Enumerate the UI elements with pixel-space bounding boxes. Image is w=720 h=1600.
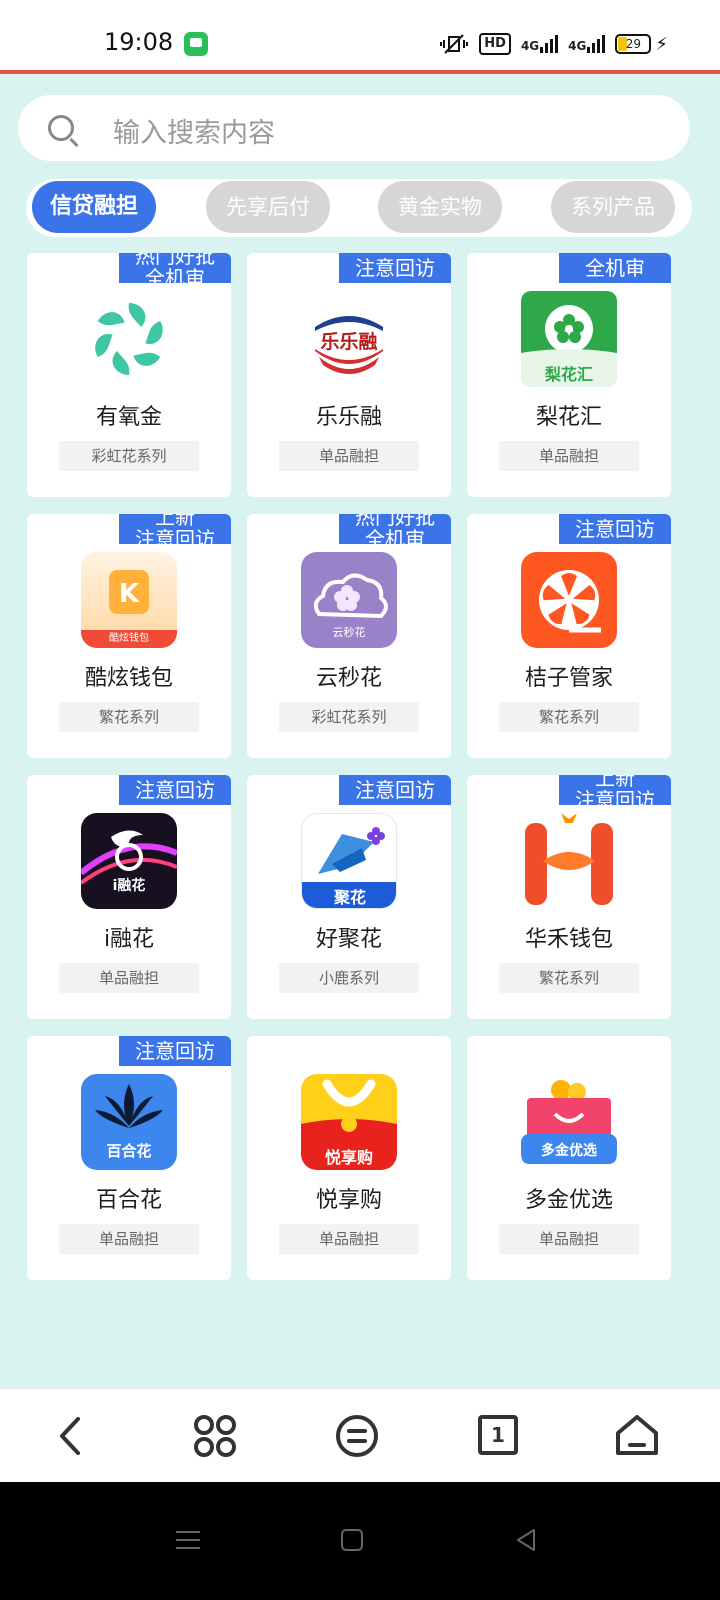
app-icon-label: 聚花 bbox=[333, 888, 366, 907]
app-card-yuexiang[interactable]: 悦享购 悦享购 单品融担 bbox=[247, 1036, 451, 1280]
tab-gold[interactable]: 黄金实物 bbox=[378, 181, 502, 233]
yuexiang-icon: 悦享购 bbox=[301, 1074, 397, 1170]
juzi-icon bbox=[521, 552, 617, 648]
apps-menu-icon[interactable] bbox=[190, 1411, 240, 1461]
irong-icon: i融花 bbox=[81, 813, 177, 909]
vibrate-mute-icon bbox=[440, 34, 469, 54]
tabs-button[interactable]: 1 bbox=[474, 1411, 524, 1461]
app-series-tag: 彩虹花系列 bbox=[279, 702, 419, 732]
app-icon-label: 云秒花 bbox=[332, 626, 366, 639]
system-navigation-bar bbox=[0, 1482, 720, 1600]
signal-2-icon: 4G bbox=[568, 35, 606, 53]
message-notification-icon bbox=[184, 32, 208, 56]
card-badge: 上新 注意回访 bbox=[119, 514, 231, 544]
clock: 19:08 bbox=[104, 28, 174, 56]
baihehua-icon: 百合花 bbox=[81, 1074, 177, 1170]
app-icon-label: 多金优选 bbox=[541, 1143, 597, 1159]
app-series-tag: 单品融担 bbox=[59, 963, 199, 993]
app-name: 有氧金 bbox=[95, 405, 162, 430]
category-tabs: 信贷融担 先享后付 黄金实物 系列产品 bbox=[26, 179, 692, 237]
tab-credit[interactable]: 信贷融担 bbox=[32, 181, 156, 233]
card-badge: 上新 注意回访 bbox=[559, 775, 671, 805]
haojuhua-icon: 聚花 bbox=[301, 813, 397, 909]
duojin-icon: 多金优选 bbox=[521, 1074, 617, 1170]
lelerong-icon: 乐乐融 bbox=[301, 291, 397, 387]
app-card-lihuahui[interactable]: 全机审 梨花汇 梨花汇 单品融担 bbox=[467, 253, 671, 497]
app-series-tag: 单品融担 bbox=[59, 1224, 199, 1254]
tab-buy-now-pay-later[interactable]: 先享后付 bbox=[206, 181, 330, 233]
card-badge: 注意回访 bbox=[339, 253, 451, 283]
app-name: 悦享购 bbox=[315, 1188, 382, 1213]
browser-bottom-nav: 1 bbox=[0, 1388, 720, 1482]
home-system-icon[interactable] bbox=[334, 1522, 370, 1558]
app-name: 乐乐融 bbox=[315, 405, 382, 430]
search-placeholder: 输入搜索内容 bbox=[113, 118, 275, 149]
app-card-huahe[interactable]: 上新 注意回访 华禾钱包 繁花系列 bbox=[467, 775, 671, 1019]
app-series-tag: 繁花系列 bbox=[499, 963, 639, 993]
svg-text:K: K bbox=[119, 579, 140, 609]
back-icon[interactable] bbox=[46, 1411, 96, 1461]
app-icon-label: 百合花 bbox=[106, 1142, 152, 1160]
app-name: 多金优选 bbox=[524, 1188, 613, 1213]
card-badge: 热门好批 全机审 bbox=[119, 253, 231, 283]
app-card-kuxuan[interactable]: 上新 注意回访 K 酷炫钱包 酷炫钱包 繁花系列 bbox=[27, 514, 231, 758]
charging-icon: ⚡ bbox=[655, 33, 668, 55]
app-name: 百合花 bbox=[95, 1188, 162, 1213]
app-card-yunmiaohua[interactable]: 热门好批 全机审 云秒花 云秒花 彩虹花系列 bbox=[247, 514, 451, 758]
signal-1-icon: 4G bbox=[521, 35, 559, 53]
app-icon-label: 梨花汇 bbox=[544, 365, 593, 384]
app-series-tag: 繁花系列 bbox=[59, 702, 199, 732]
app-name: i融花 bbox=[103, 927, 155, 952]
app-icon-label: 酷炫钱包 bbox=[109, 633, 149, 644]
app-icon-label: 乐乐融 bbox=[320, 331, 378, 353]
app-card-lelerong[interactable]: 注意回访 乐乐融 乐乐融 单品融担 bbox=[247, 253, 451, 497]
app-series-tag: 单品融担 bbox=[279, 441, 419, 471]
app-icon-label: i融花 bbox=[112, 878, 146, 894]
huahe-icon bbox=[521, 813, 617, 909]
header-divider bbox=[0, 70, 720, 74]
hd-voice-icon: HD bbox=[479, 33, 511, 55]
lihuahui-icon: 梨花汇 bbox=[521, 291, 617, 387]
app-name: 桔子管家 bbox=[524, 666, 613, 691]
app-name: 华禾钱包 bbox=[524, 927, 613, 952]
app-name: 梨花汇 bbox=[535, 405, 602, 430]
card-badge: 注意回访 bbox=[119, 1036, 231, 1066]
card-badge: 全机审 bbox=[559, 253, 671, 283]
kuxuan-icon: K 酷炫钱包 bbox=[81, 552, 177, 648]
home-icon[interactable] bbox=[612, 1411, 662, 1461]
app-series-tag: 小鹿系列 bbox=[279, 963, 419, 993]
menu-icon[interactable] bbox=[332, 1411, 382, 1461]
app-card-youyangjin[interactable]: 热门好批 全机审 有氧金 彩虹花系列 bbox=[27, 253, 231, 497]
app-card-duojin[interactable]: 多金优选 多金优选 单品融担 bbox=[467, 1036, 671, 1280]
app-card-juzi[interactable]: 注意回访 桔子管家 繁花系列 bbox=[467, 514, 671, 758]
app-series-tag: 单品融担 bbox=[279, 1224, 419, 1254]
app-name: 云秒花 bbox=[315, 666, 382, 691]
app-series-tag: 单品融担 bbox=[499, 1224, 639, 1254]
status-bar: 19:08 HD 4G 4G 29 ⚡ bbox=[0, 0, 720, 72]
search-input[interactable]: 输入搜索内容 bbox=[18, 95, 690, 161]
card-badge: 注意回访 bbox=[119, 775, 231, 805]
youyangjin-icon bbox=[81, 291, 177, 387]
app-name: 酷炫钱包 bbox=[84, 666, 173, 691]
app-series-tag: 繁花系列 bbox=[499, 702, 639, 732]
app-card-irong[interactable]: 注意回访 i融花 i融花 单品融担 bbox=[27, 775, 231, 1019]
tab-series[interactable]: 系列产品 bbox=[551, 181, 675, 233]
battery-icon: 29 bbox=[615, 34, 652, 54]
status-icons: HD 4G 4G 29 ⚡ bbox=[439, 30, 668, 58]
tabs-count: 1 bbox=[478, 1415, 518, 1455]
app-series-tag: 单品融担 bbox=[499, 441, 639, 471]
app-name: 好聚花 bbox=[315, 927, 382, 952]
yunmiaohua-icon: 云秒花 bbox=[301, 552, 397, 648]
card-badge: 热门好批 全机审 bbox=[339, 514, 451, 544]
back-system-icon[interactable] bbox=[508, 1522, 544, 1558]
recent-apps-icon[interactable] bbox=[170, 1522, 206, 1558]
app-card-baihehua[interactable]: 注意回访 百合花 百合花 单品融担 bbox=[27, 1036, 231, 1280]
app-card-haojuhua[interactable]: 注意回访 聚花 好聚花 小鹿系列 bbox=[247, 775, 451, 1019]
app-series-tag: 彩虹花系列 bbox=[59, 441, 199, 471]
app-icon-label: 悦享购 bbox=[324, 1148, 373, 1167]
card-badge: 注意回访 bbox=[339, 775, 451, 805]
search-icon bbox=[48, 115, 74, 141]
card-badge: 注意回访 bbox=[559, 514, 671, 544]
